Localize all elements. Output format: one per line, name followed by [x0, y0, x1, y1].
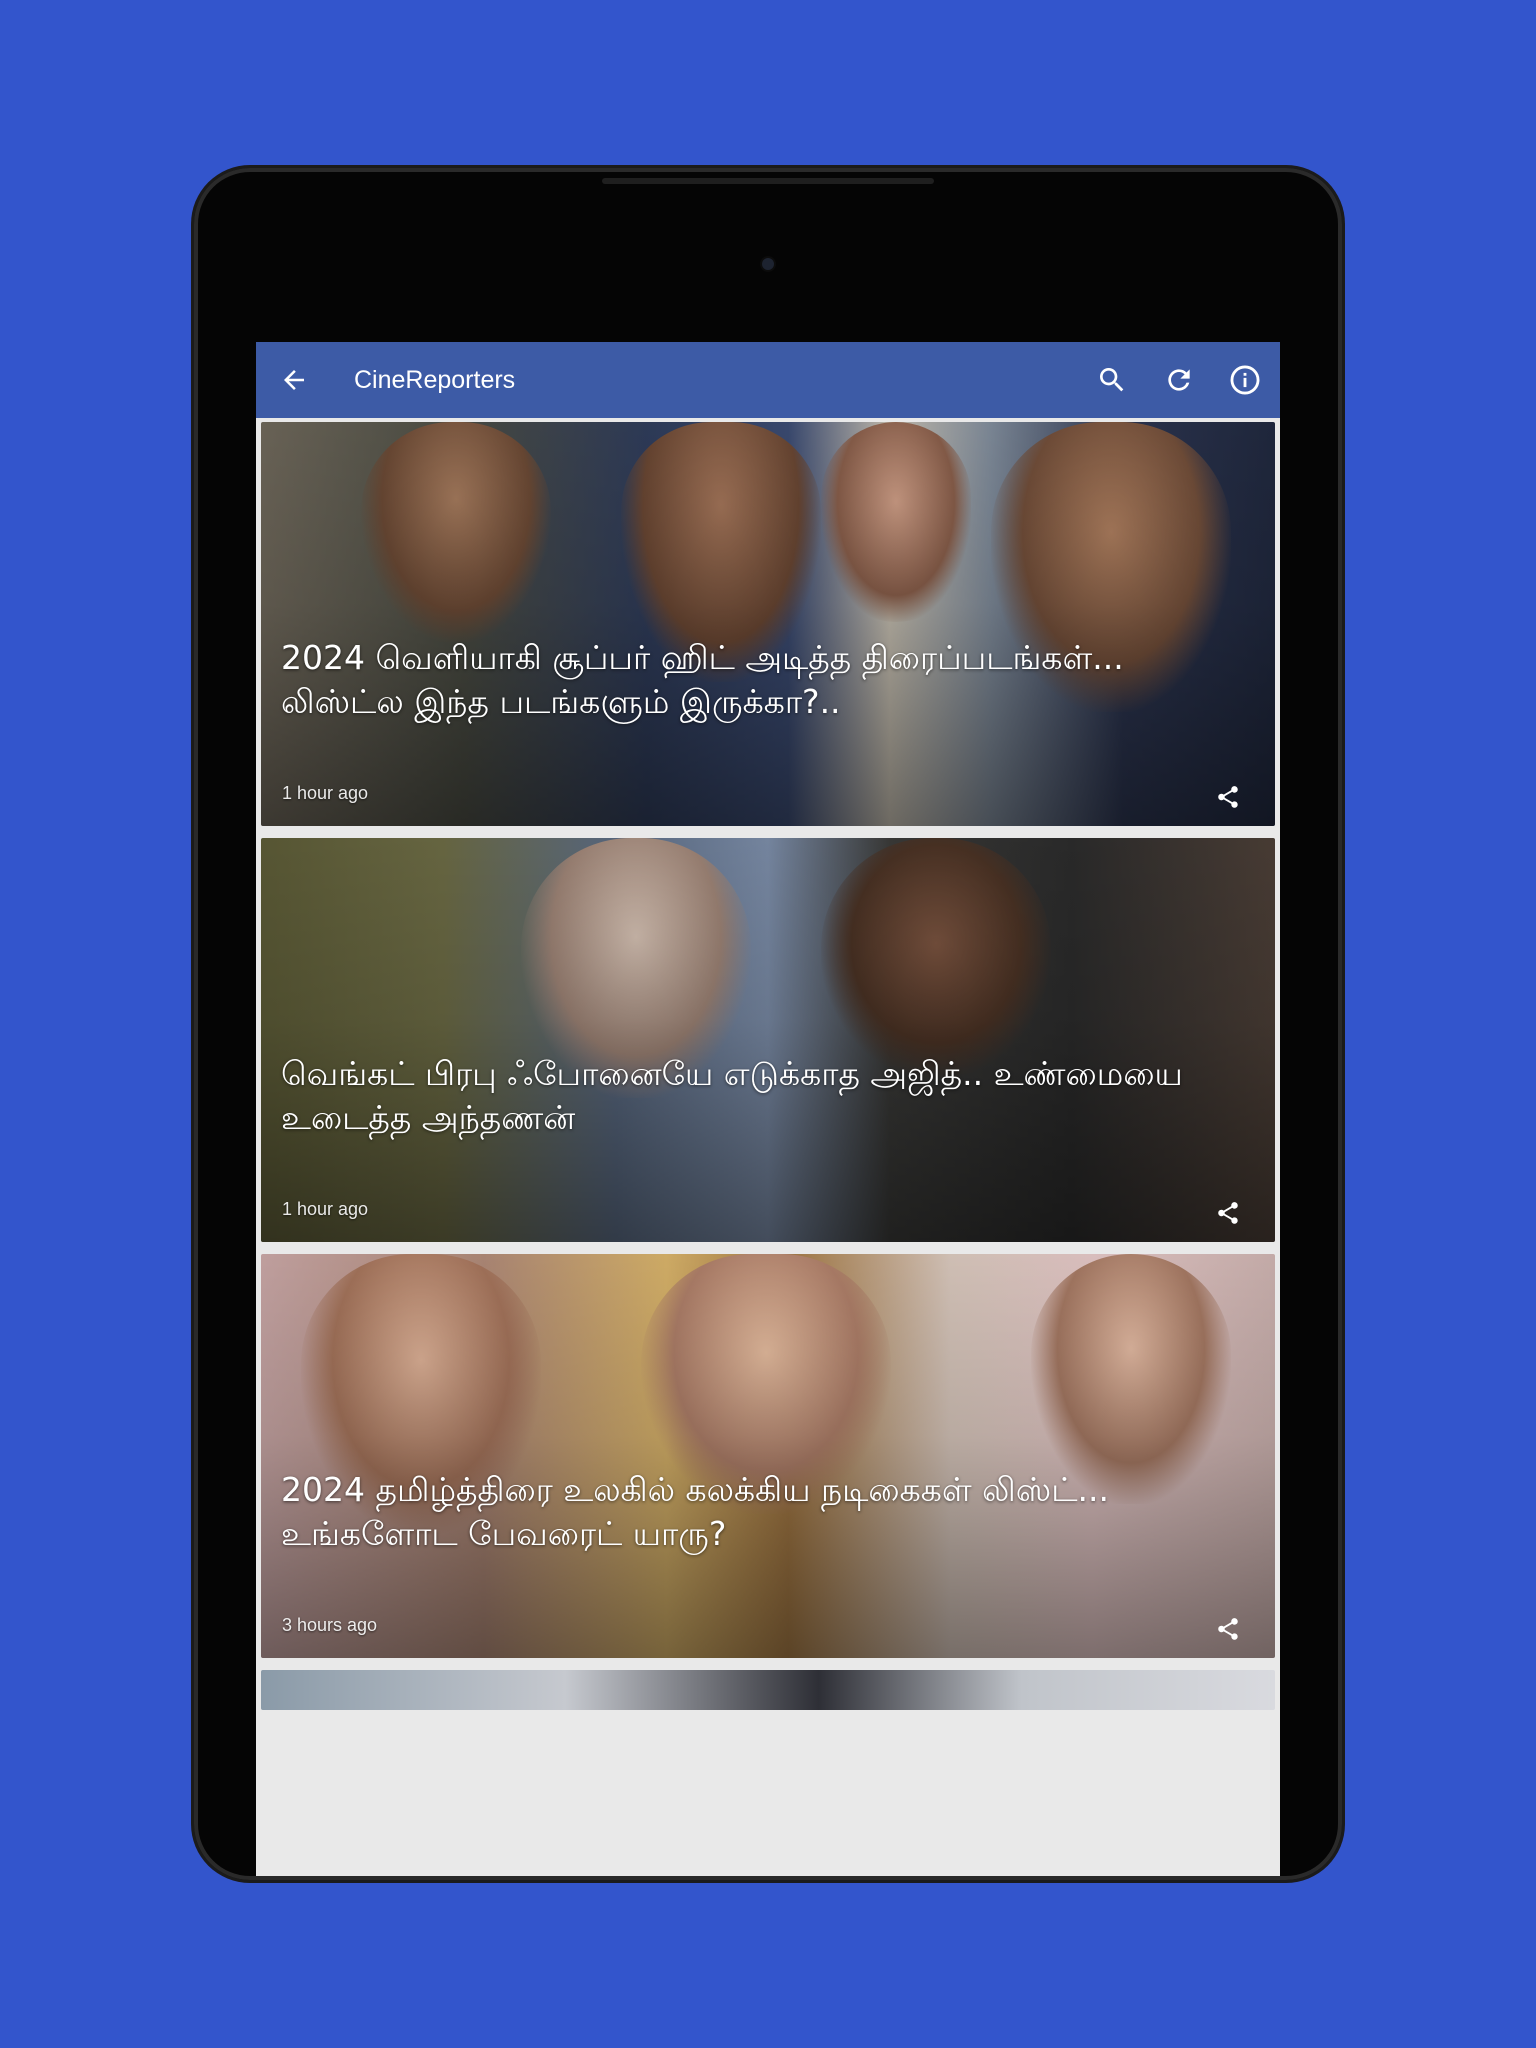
article-time: 1 hour ago — [282, 1199, 369, 1219]
front-camera — [762, 258, 774, 270]
share-icon — [1218, 786, 1238, 808]
news-card[interactable]: 2024 தமிழ்த்திரை உலகில் கலக்கிய நடிகைகள்… — [261, 1254, 1275, 1658]
article-image — [261, 1670, 1275, 1710]
article-headline: 2024 தமிழ்த்திரை உலகில் கலக்கிய நடிகைகள்… — [281, 1470, 1109, 1553]
share-button[interactable] — [1211, 1196, 1245, 1230]
news-card[interactable]: 2024 வெளியாகி சூப்பர் ஹிட் அடித்த திரைப்… — [261, 422, 1275, 826]
news-card[interactable] — [261, 1670, 1275, 1710]
app-screen: CineReporters 2024 வெளியாகி சூப்பர் ஹிட்… — [256, 342, 1280, 1876]
article-headline: 2024 வெளியாகி சூப்பர் ஹிட் அடித்த திரைப்… — [281, 638, 1124, 721]
search-button[interactable] — [1092, 360, 1132, 400]
arrow-left-icon — [284, 370, 304, 390]
article-headline: வெங்கட் பிரபு ஃபோனையே எடுக்காத அஜித்.. உ… — [281, 1054, 1183, 1137]
refresh-icon — [1168, 369, 1190, 391]
article-time: 1 hour ago — [282, 783, 369, 803]
news-feed[interactable]: 2024 வெளியாகி சூப்பர் ஹிட் அடித்த திரைப்… — [261, 422, 1275, 1876]
tablet-device: CineReporters 2024 வெளியாகி சூப்பர் ஹிட்… — [194, 168, 1342, 1880]
share-icon — [1218, 1618, 1238, 1640]
search-icon — [1100, 368, 1124, 392]
refresh-button[interactable] — [1159, 360, 1199, 400]
share-button[interactable] — [1211, 1612, 1245, 1646]
back-button[interactable] — [274, 360, 314, 400]
share-button[interactable] — [1211, 780, 1245, 814]
app-bar: CineReporters — [256, 342, 1280, 418]
device-top-edge — [602, 178, 934, 184]
app-title: CineReporters — [354, 366, 516, 394]
news-card[interactable]: வெங்கட் பிரபு ஃபோனையே எடுக்காத அஜித்.. உ… — [261, 838, 1275, 1242]
article-time: 3 hours ago — [282, 1615, 378, 1635]
info-button[interactable] — [1225, 360, 1265, 400]
share-icon — [1218, 1202, 1238, 1224]
info-icon — [1230, 365, 1260, 395]
